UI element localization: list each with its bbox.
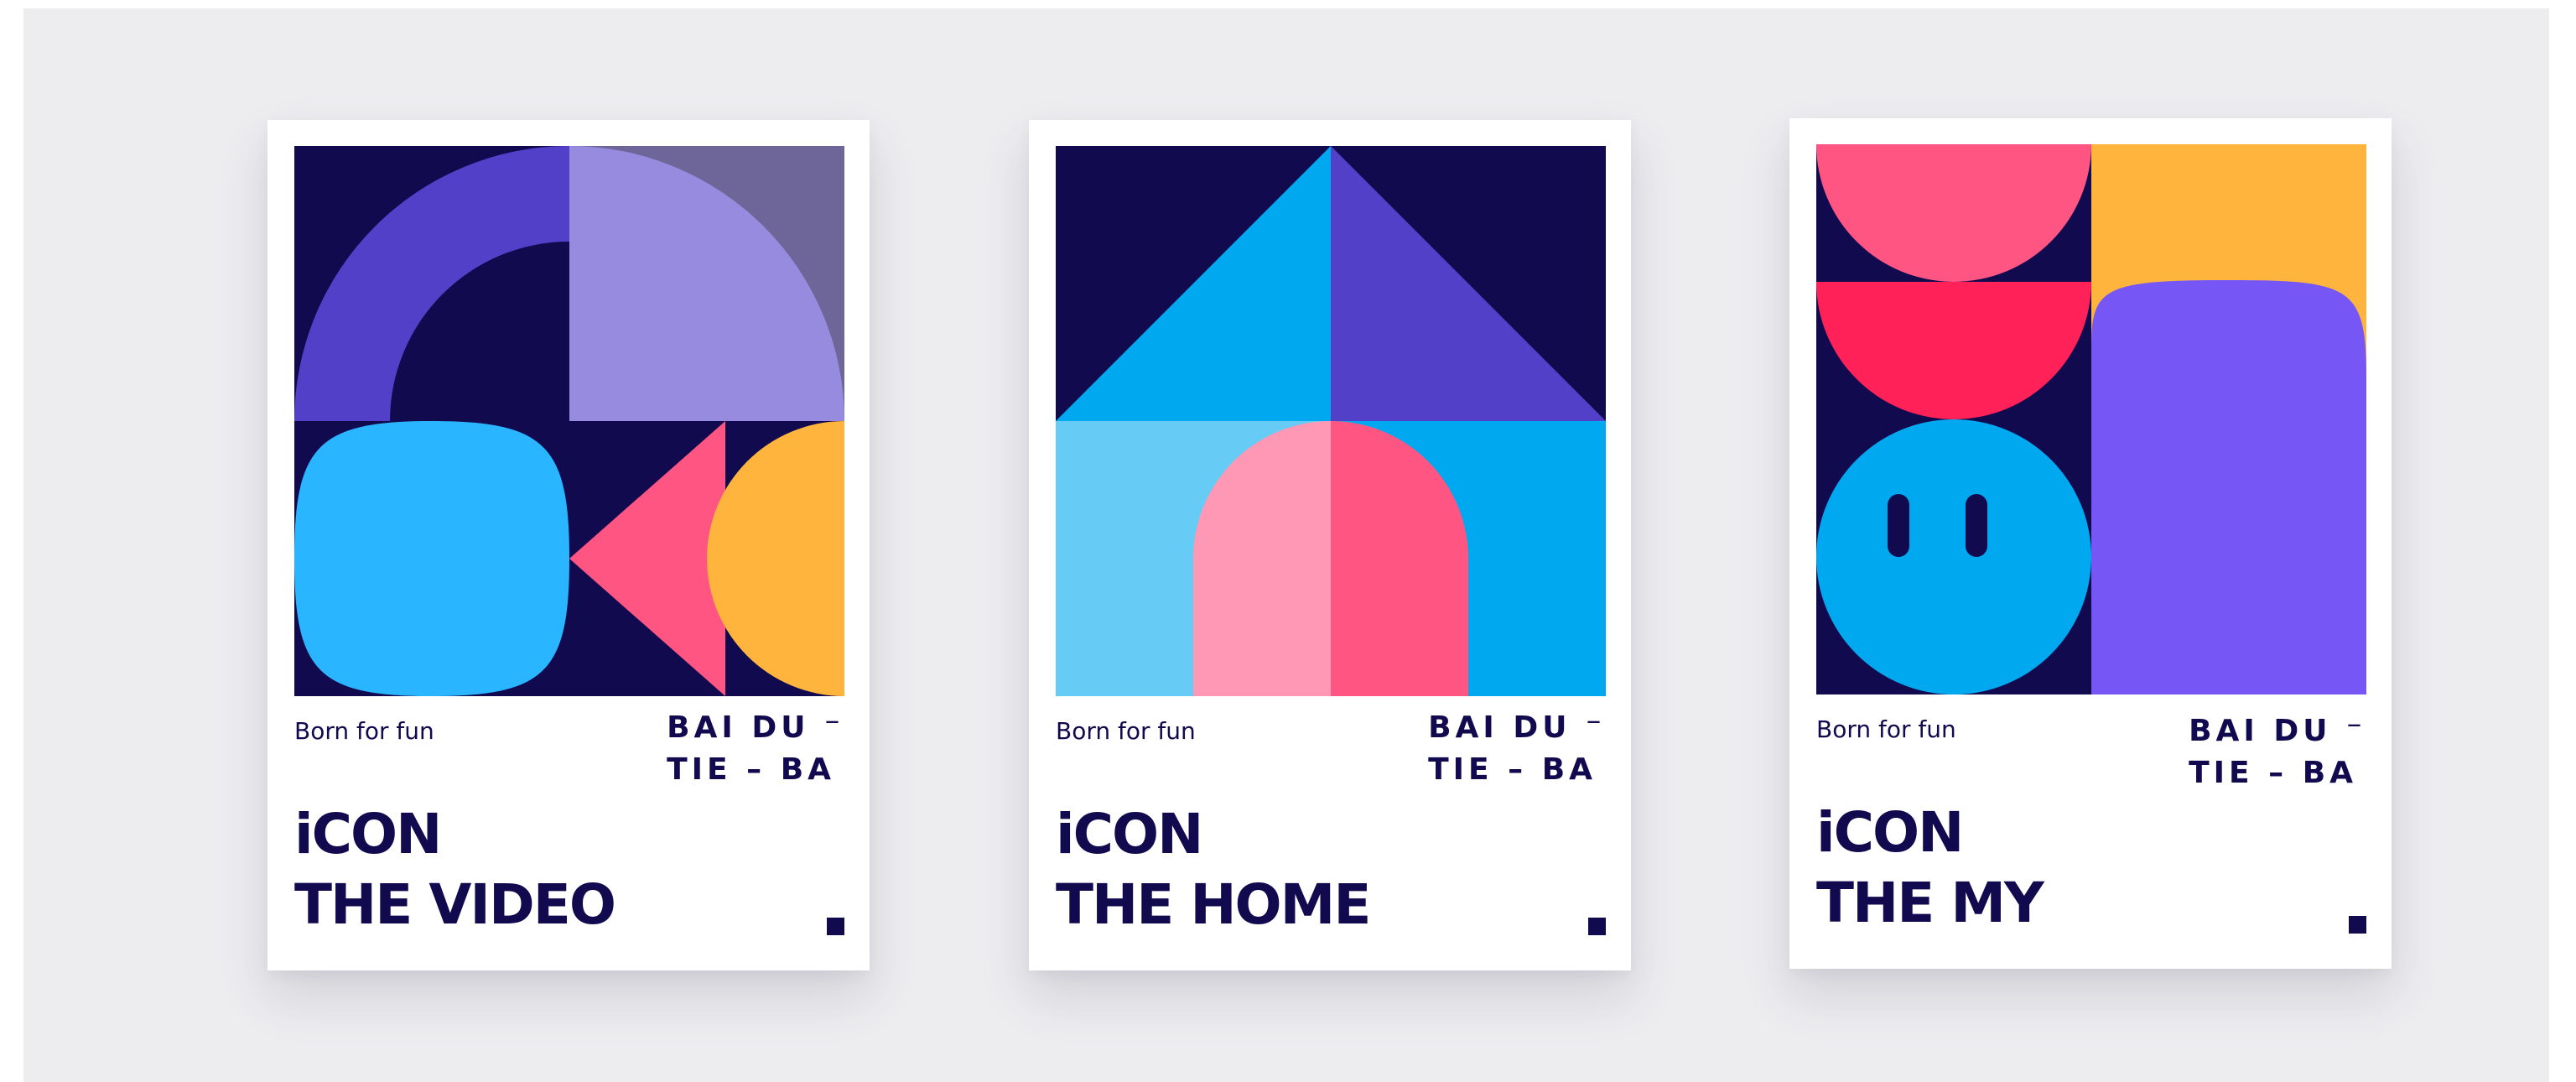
brand-line-2: TIE – BA <box>2189 756 2358 790</box>
tagline: Born for fun <box>1816 715 1956 743</box>
poster-my: Born for fun BAI DU ⁻ TIE – BA iCON THE … <box>1789 118 2392 969</box>
poster-video-artwork <box>294 146 844 696</box>
poster-title: iCON THE HOME <box>1056 799 1371 940</box>
poster-home-artwork <box>1056 146 1606 696</box>
title-line-2: THE MY <box>1816 871 2044 935</box>
title-line-2: THE VIDEO <box>294 872 616 937</box>
corner-square-mark <box>2349 916 2366 934</box>
blue-squircle-shape <box>294 421 569 696</box>
left-eye-mark <box>1888 494 1909 557</box>
poster-video: Born for fun BAI DU ⁻ TIE – BA iCON THE … <box>267 120 870 970</box>
tagline: Born for fun <box>294 717 434 745</box>
home-artwork-graphic <box>1056 146 1606 696</box>
corner-square-mark <box>827 918 844 935</box>
title-line-1: iCON <box>294 802 442 866</box>
tagline: Born for fun <box>1056 717 1196 745</box>
poster-my-artwork <box>1816 144 2366 694</box>
brand-line-2: TIE – BA <box>667 752 836 787</box>
background-canvas: Born for fun BAI DU ⁻ TIE – BA iCON THE … <box>23 8 2549 1082</box>
brand-line-1: BAI DU ⁻ <box>667 710 844 745</box>
corner-square-mark <box>1588 918 1606 935</box>
brand-name: BAI DU ⁻ TIE – BA <box>667 707 844 791</box>
poster-title: iCON THE MY <box>1816 798 2044 939</box>
title-line-2: THE HOME <box>1056 872 1371 937</box>
right-eye-mark <box>1966 494 1987 557</box>
title-line-1: iCON <box>1056 802 1203 866</box>
my-artwork-graphic <box>1816 144 2366 694</box>
violet-person-body <box>2091 280 2366 694</box>
brand-line-2: TIE – BA <box>1428 752 1597 787</box>
brand-name: BAI DU ⁻ TIE – BA <box>2189 710 2366 794</box>
poster-home: Born for fun BAI DU ⁻ TIE – BA iCON THE … <box>1029 120 1631 970</box>
poster-title: iCON THE VIDEO <box>294 799 616 940</box>
blue-face-circle <box>1816 419 2091 694</box>
brand-name: BAI DU ⁻ TIE – BA <box>1428 707 1606 791</box>
brand-line-1: BAI DU ⁻ <box>1428 710 1606 745</box>
video-artwork-graphic <box>294 146 844 696</box>
title-line-1: iCON <box>1816 800 1964 865</box>
brand-line-1: BAI DU ⁻ <box>2189 714 2366 748</box>
